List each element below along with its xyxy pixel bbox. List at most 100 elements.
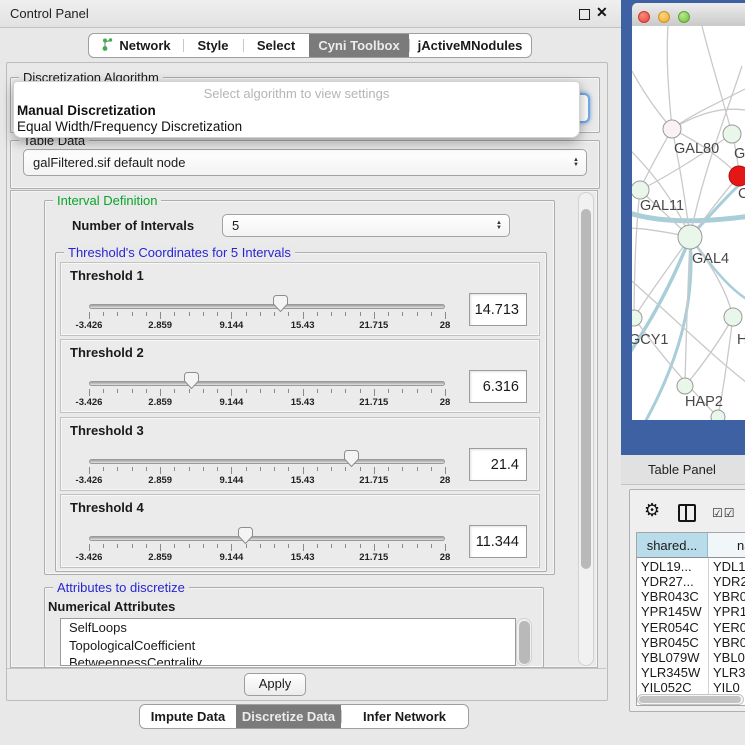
- network-edge[interactable]: [667, 26, 672, 129]
- network-window-titlebar[interactable]: [632, 3, 745, 27]
- tab-cyni-toolbox[interactable]: Cyni Toolbox: [309, 34, 409, 57]
- tab-network[interactable]: Network: [89, 34, 183, 57]
- columns-icon[interactable]: [678, 504, 696, 522]
- threshold-value-field[interactable]: 6.316: [469, 370, 527, 403]
- network-edge[interactable]: [690, 237, 733, 317]
- slider-track[interactable]: [89, 459, 445, 464]
- bottom-tab-discretize-data[interactable]: Discretize Data: [236, 705, 341, 728]
- attributes-vscrollbar[interactable]: [516, 618, 532, 666]
- node-red[interactable]: [729, 166, 745, 186]
- tab-select[interactable]: Select: [243, 34, 309, 57]
- slider-thumb[interactable]: [184, 372, 199, 394]
- table-row[interactable]: YBL079WYBL0: [637, 650, 745, 665]
- network-edge[interactable]: [702, 26, 732, 134]
- attribute-item[interactable]: SelfLoops: [61, 619, 515, 637]
- attribute-item[interactable]: TopologicalCoefficient: [61, 637, 515, 655]
- minor-tick: [217, 467, 218, 471]
- close-traffic-light[interactable]: [638, 11, 650, 23]
- checkboxes-icon[interactable]: ☑☑: [712, 506, 736, 520]
- column-header-shared[interactable]: shared...: [637, 533, 708, 558]
- node-hap2[interactable]: [677, 378, 693, 394]
- tick-label: 15.43: [291, 397, 315, 408]
- table-row[interactable]: YIL052CYIL0: [637, 680, 745, 695]
- numerical-attributes-list[interactable]: SelfLoopsTopologicalCoefficientBetweenne…: [60, 618, 516, 666]
- gear-icon[interactable]: ⚙: [644, 501, 660, 519]
- node-gal11[interactable]: [632, 181, 649, 199]
- network-canvas[interactable]: GAL80GACGAL11GAL4GCY1HAHAP2: [632, 26, 745, 420]
- attribute-item[interactable]: BetweennessCentrality: [61, 654, 515, 666]
- minimize-traffic-light[interactable]: [658, 11, 670, 23]
- attributes-vscrollbar-thumb[interactable]: [519, 621, 530, 664]
- stepper-icon[interactable]: ▲▼: [496, 221, 502, 231]
- network-edge[interactable]: [634, 237, 690, 318]
- threshold-value-field[interactable]: 11.344: [469, 525, 527, 558]
- table-row[interactable]: YDR27...YDR2: [637, 574, 745, 589]
- tick-label: 9.144: [220, 475, 244, 486]
- network-edge[interactable]: [690, 237, 745, 302]
- bottom-tab-impute-data[interactable]: Impute Data: [140, 705, 236, 728]
- minor-tick: [360, 312, 361, 316]
- table-hscrollbar[interactable]: [637, 694, 744, 705]
- node-label-ha: HA: [737, 332, 745, 348]
- slider-track[interactable]: [89, 381, 445, 386]
- panel-vscrollbar[interactable]: [578, 192, 594, 666]
- tab-style[interactable]: Style: [183, 34, 243, 57]
- num-intervals-combobox[interactable]: 5 ▲▼: [222, 214, 510, 237]
- bottom-tab-label: Infer Network: [363, 709, 446, 724]
- tick-label: 15.43: [291, 320, 315, 331]
- close-icon[interactable]: ✕: [596, 4, 608, 21]
- slider-thumb[interactable]: [238, 527, 253, 549]
- minor-tick: [388, 389, 389, 393]
- node-label-gal4: GAL4: [692, 251, 729, 267]
- column-header-name[interactable]: na: [708, 533, 745, 558]
- zoom-traffic-light[interactable]: [678, 11, 690, 23]
- threshold-label: Threshold 3: [70, 423, 144, 438]
- attributes-group-title: Attributes to discretize: [53, 580, 189, 595]
- major-tick: [374, 544, 375, 551]
- node-gal4[interactable]: [678, 225, 702, 249]
- node-right-mid[interactable]: [724, 308, 742, 326]
- minor-tick: [431, 312, 432, 316]
- table-data-combobox[interactable]: galFiltered.sif default node ▲▼: [23, 149, 587, 176]
- float-window-icon[interactable]: [579, 9, 590, 20]
- table-row[interactable]: YBR043CYBR0: [637, 589, 745, 604]
- tab-label: Style: [197, 38, 228, 53]
- minor-tick: [103, 544, 104, 548]
- table-row[interactable]: YLR345WYLR3: [637, 665, 745, 680]
- stepper-icon[interactable]: ▲▼: [573, 158, 579, 168]
- slider-track[interactable]: [89, 536, 445, 541]
- major-tick: [374, 467, 375, 474]
- tab-jactivemnodules[interactable]: jActiveMNodules: [409, 34, 531, 57]
- slider-track[interactable]: [89, 304, 445, 309]
- cell-name: YIL0: [713, 680, 740, 695]
- apply-button[interactable]: Apply: [244, 673, 306, 696]
- panel-vscrollbar-thumb[interactable]: [581, 209, 591, 569]
- minor-tick: [360, 389, 361, 393]
- minor-tick: [331, 467, 332, 471]
- node-gcy1[interactable]: [632, 310, 642, 326]
- table-row[interactable]: YDL19...YDL1: [637, 559, 745, 574]
- minor-tick: [117, 312, 118, 316]
- threshold-label: Threshold 1: [70, 268, 144, 283]
- threshold-panel: Threshold 4-3.4262.8599.14415.4321.71528…: [60, 494, 540, 568]
- node-cut-top-right[interactable]: [723, 125, 741, 143]
- table-hscrollbar-thumb[interactable]: [639, 696, 741, 703]
- attribute-table[interactable]: shared... na YDL19...YDL1YDR27...YDR2YBR…: [636, 532, 745, 706]
- slider-thumb[interactable]: [273, 295, 288, 317]
- threshold-value-field[interactable]: 14.713: [469, 293, 527, 326]
- panel-title: Control Panel: [10, 6, 89, 21]
- network-edge[interactable]: [632, 71, 672, 129]
- numerical-attributes-label: Numerical Attributes: [48, 599, 175, 614]
- threshold-value-field[interactable]: 21.4: [469, 448, 527, 481]
- table-row[interactable]: YBR045CYBR0: [637, 635, 745, 650]
- dropdown-item[interactable]: Manual Discretization: [17, 103, 156, 118]
- slider-thumb[interactable]: [344, 450, 359, 472]
- table-row[interactable]: YER054CYER0: [637, 620, 745, 635]
- minor-tick: [117, 544, 118, 548]
- node-gal80[interactable]: [663, 120, 681, 138]
- network-graph[interactable]: GAL80GACGAL11GAL4GCY1HAHAP2: [632, 26, 745, 420]
- table-row[interactable]: YPR145WYPR1: [637, 604, 745, 619]
- bottom-tab-infer-network[interactable]: Infer Network: [341, 705, 468, 728]
- dropdown-item[interactable]: Equal Width/Frequency Discretization: [17, 119, 242, 134]
- node-bottom-cut[interactable]: [711, 410, 725, 420]
